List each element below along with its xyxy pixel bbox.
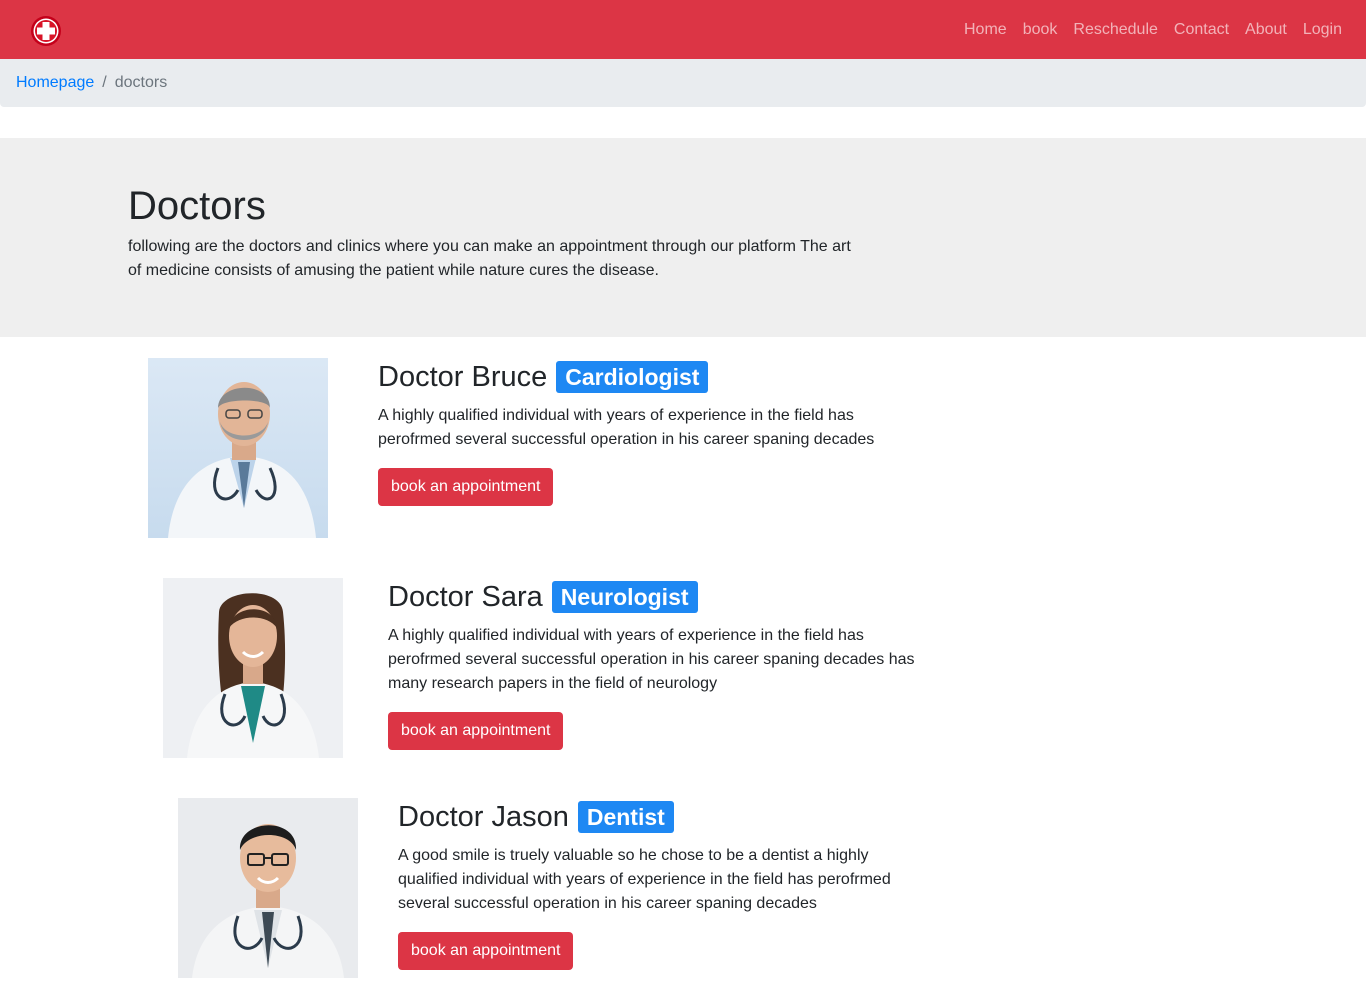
doctor-jason-name: Doctor Jason [398,801,569,833]
breadcrumb-current: doctors [114,74,168,91]
specialty-badge-dentist: Dentist [577,801,674,833]
specialty-badge-cardiologist: Cardiologist [556,361,709,393]
doctor-sara-photo [163,578,343,758]
page-title: Doctors [128,184,266,228]
doctor-bruce-heading: Doctor Bruce Cardiologist [378,360,709,394]
specialty-badge-neurologist: Neurologist [551,581,698,613]
medical-cross-icon[interactable] [30,15,62,47]
hero-text: following are the doctors and clinics wh… [128,238,851,279]
doctor-jason-heading: Doctor Jason Dentist [398,800,674,834]
doctor-jason-description: A good smile is truely valuable so he ch… [398,847,891,912]
nav-reschedule[interactable]: Reschedule [1073,21,1158,39]
nav-home[interactable]: Home [964,21,1007,39]
main-nav: Home book Reschedule Contact About Login [948,0,1342,59]
book-appointment-button-jason[interactable]: book an appointment [398,932,574,970]
nav-login[interactable]: Login [1303,21,1342,39]
doctor-bruce-description: A highly qualified individual with years… [378,407,875,448]
book-appointment-button-sara[interactable]: book an appointment [388,712,564,750]
navbar: Home book Reschedule Contact About Login [0,0,1366,59]
nav-contact[interactable]: Contact [1174,21,1229,39]
breadcrumb-home-link[interactable]: Homepage [16,74,94,92]
doctor-bruce-photo [148,358,328,538]
breadcrumb-separator: / [102,74,107,91]
breadcrumb: Homepage / doctors [0,59,1366,107]
doctor-sara-description: A highly qualified individual with years… [388,627,915,692]
hero-section: Doctors following are the doctors and cl… [0,138,1366,337]
book-appointment-button-bruce[interactable]: book an appointment [378,468,554,506]
doctor-jason-photo [178,798,358,978]
doctor-sara-heading: Doctor Sara Neurologist [388,580,698,614]
doctor-bruce-name: Doctor Bruce [378,361,548,393]
nav-about[interactable]: About [1245,21,1287,39]
nav-book[interactable]: book [1023,21,1058,39]
doctor-sara-name: Doctor Sara [388,581,543,613]
